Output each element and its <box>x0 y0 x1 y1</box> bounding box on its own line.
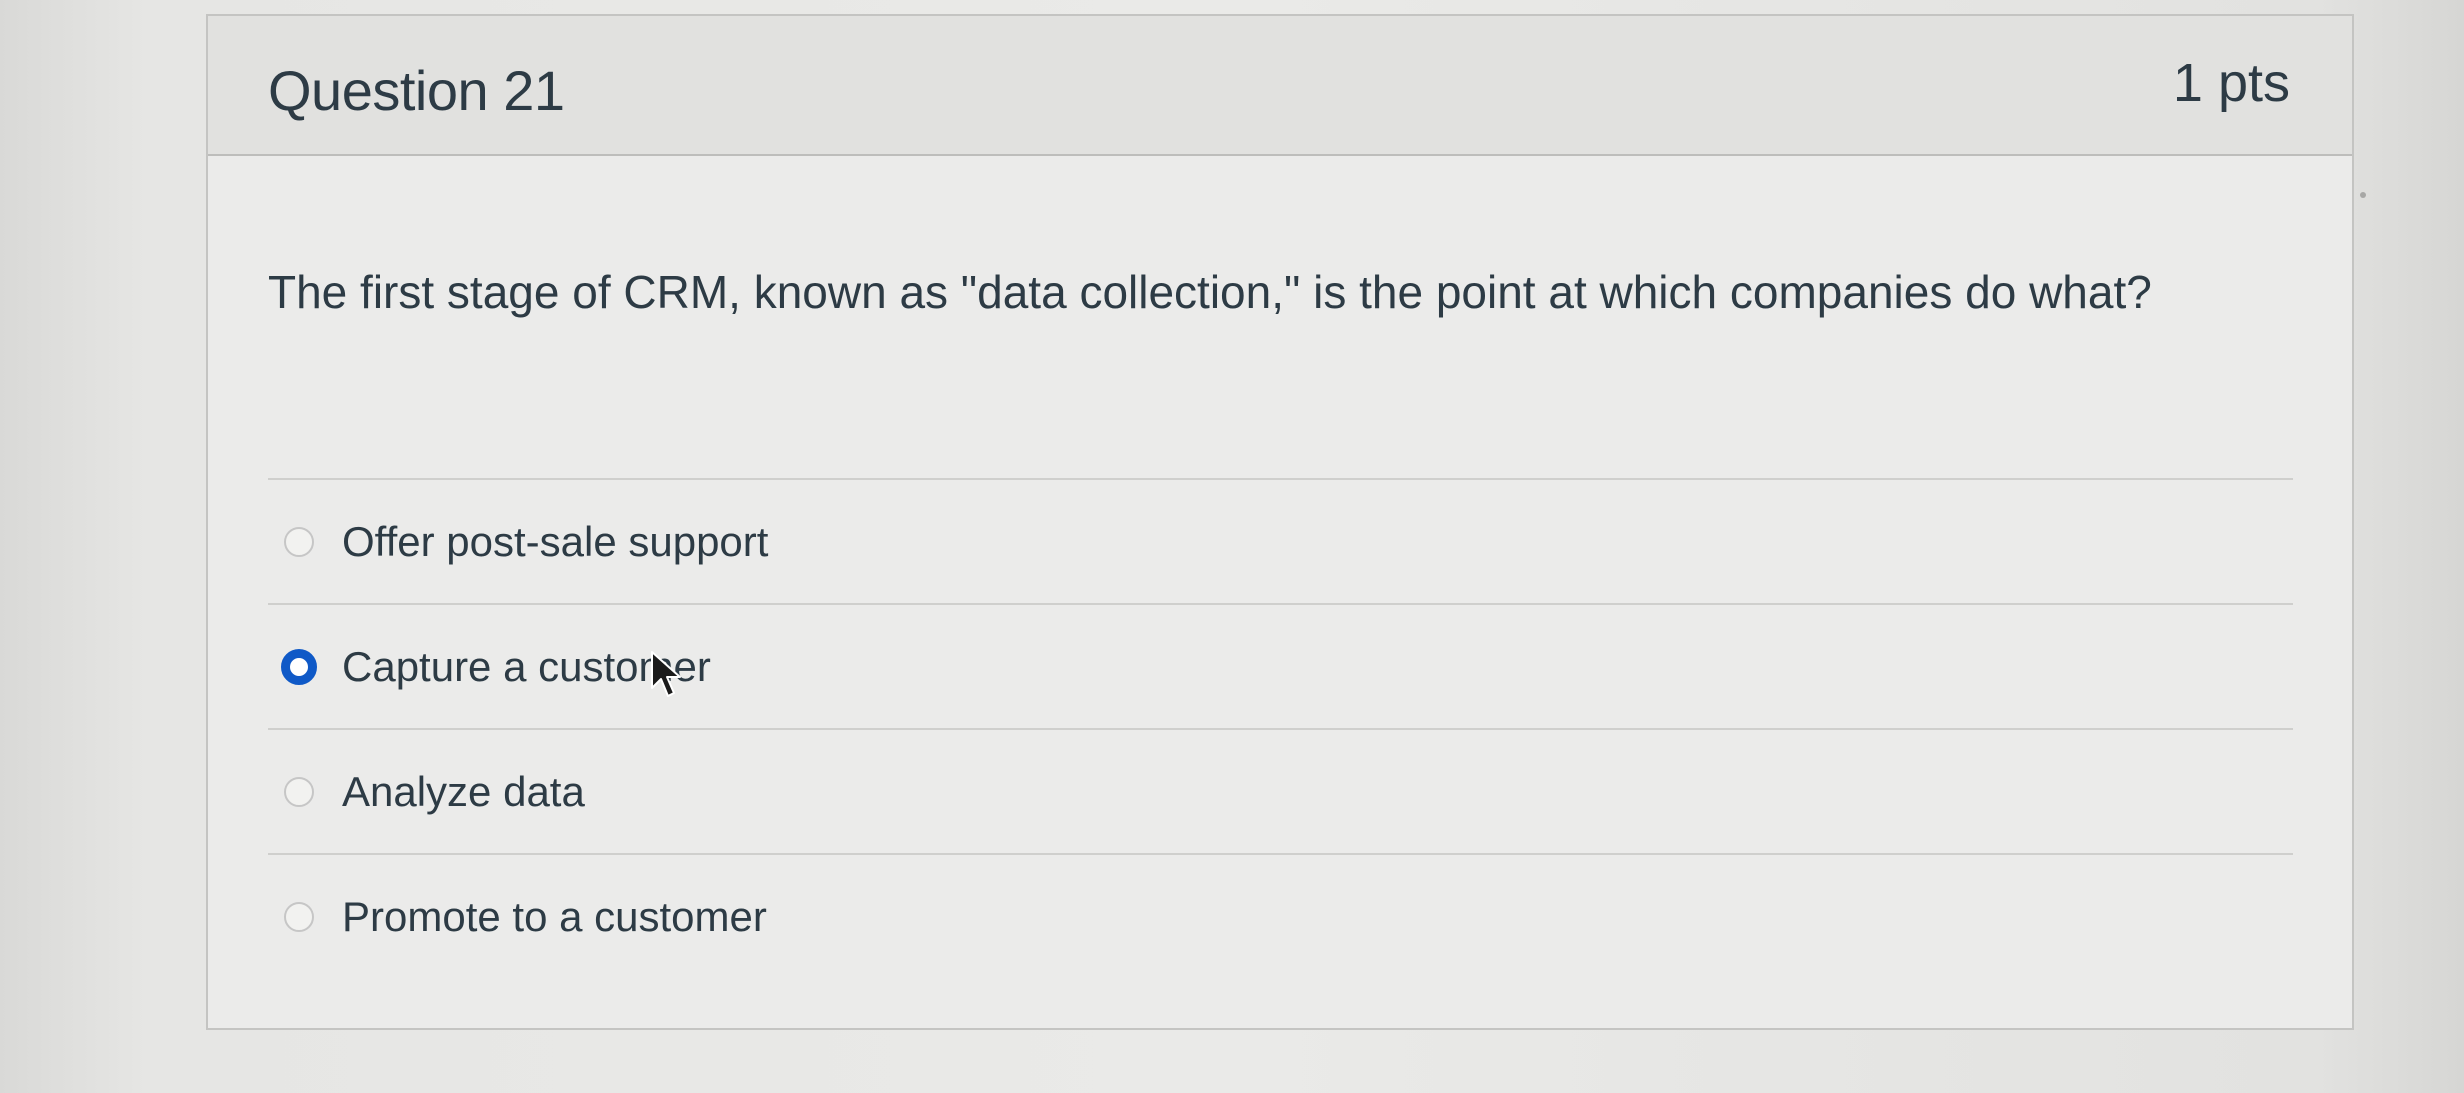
answer-option[interactable]: Capture a customer <box>268 605 2293 728</box>
answer-list: Offer post-sale support Capture a custom… <box>268 478 2293 978</box>
question-header: Question 21 1 pts <box>208 16 2352 156</box>
question-title: Question 21 <box>268 59 565 122</box>
answer-label: Analyze data <box>342 767 585 815</box>
quiz-page: Question 21 1 pts The first stage of CRM… <box>0 0 2464 1093</box>
answer-option[interactable]: Offer post-sale support <box>268 480 2293 603</box>
radio-button[interactable] <box>284 776 314 807</box>
radio-button-selected[interactable] <box>281 648 317 685</box>
answer-option[interactable]: Promote to a customer <box>268 855 2293 978</box>
question-card: Question 21 1 pts The first stage of CRM… <box>206 14 2366 1030</box>
mouse-pointer-icon <box>651 651 681 697</box>
stray-dot <box>2360 192 2366 198</box>
radio-button[interactable] <box>284 526 314 557</box>
radio-button[interactable] <box>284 901 314 932</box>
question-points: 1 pts <box>2172 53 2290 113</box>
answer-option[interactable]: Analyze data <box>268 730 2293 853</box>
question-text: The first stage of CRM, known as "data c… <box>268 266 2152 318</box>
answer-label: Offer post-sale support <box>342 517 769 565</box>
answer-label: Promote to a customer <box>342 892 767 940</box>
